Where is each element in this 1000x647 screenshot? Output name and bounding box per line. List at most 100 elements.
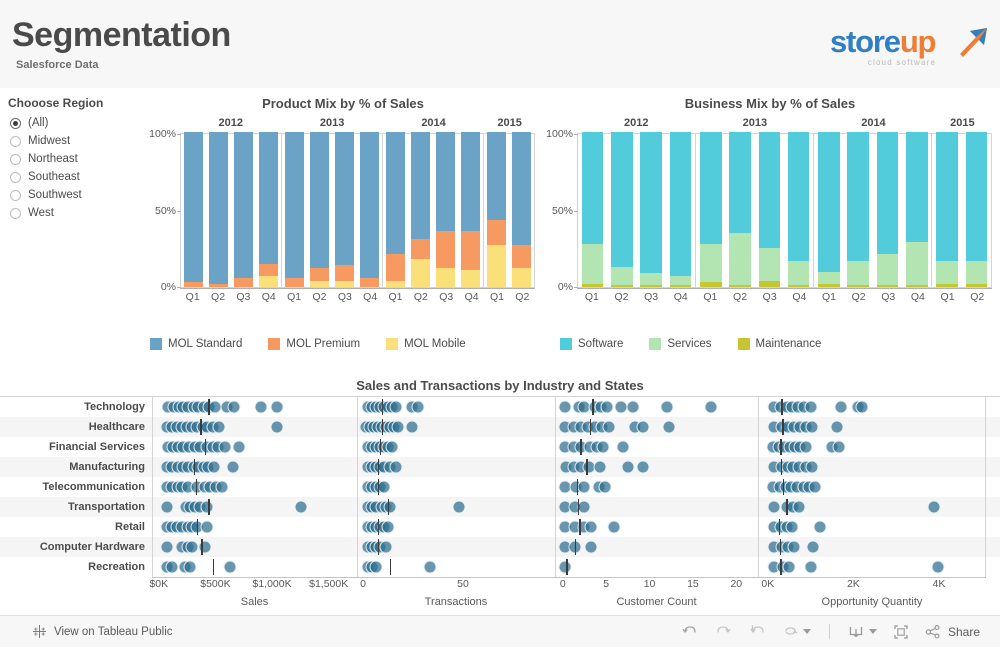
view-on-tableau-public-link[interactable]: View on Tableau Public [32,624,173,639]
bar-segment-services[interactable] [699,243,722,283]
bar-cell[interactable] [932,132,961,287]
bar-segment-mol-premium[interactable] [461,231,480,270]
data-point[interactable] [160,540,174,554]
bar-segment-software[interactable] [640,132,663,274]
data-point[interactable] [270,420,284,434]
data-point[interactable] [808,480,822,494]
stacked-bar[interactable] [335,132,354,287]
bar-segment-maintenance[interactable] [936,283,958,287]
bar-segment-mol-mobile[interactable] [259,276,278,287]
data-point[interactable] [616,440,630,454]
bar-segment-maintenance[interactable] [847,285,870,287]
stacked-bar[interactable] [310,132,329,287]
bar-segment-software[interactable] [758,132,781,249]
data-point[interactable] [834,400,848,414]
bar-cell[interactable] [181,132,206,287]
bar-segment-software[interactable] [876,132,899,255]
bar-cell[interactable] [282,132,307,287]
data-point[interactable] [607,520,621,534]
refresh-dropdown-caret[interactable] [803,629,812,634]
stacked-bar[interactable] [487,132,506,287]
bar-cell[interactable] [962,132,991,287]
region-option-all[interactable]: (All) [8,114,148,132]
data-point[interactable] [452,500,466,514]
bar-cell[interactable] [784,132,813,287]
data-point[interactable] [600,400,614,414]
data-point[interactable] [227,400,241,414]
radio-icon[interactable] [10,135,21,147]
bar-segment-software[interactable] [965,132,988,261]
data-point[interactable] [215,480,229,494]
bar-segment-software[interactable] [611,132,633,267]
data-point[interactable] [389,400,403,414]
stacked-bar[interactable] [461,132,480,287]
data-point[interactable] [270,400,284,414]
bar-segment-services[interactable] [936,260,958,284]
bar-segment-maintenance[interactable] [729,285,751,287]
legend-item-services[interactable]: Services [649,338,712,350]
bar-segment-software[interactable] [847,132,870,261]
stacked-bar[interactable] [512,132,531,287]
bar-segment-mol-standard[interactable] [209,132,228,284]
region-radio-group[interactable]: (All) Midwest Northeast Southeast Southwest W… [8,114,148,222]
download-button[interactable] [840,616,884,647]
bar-segment-mol-premium[interactable] [487,220,506,246]
bar-cell[interactable] [484,132,509,287]
data-point[interactable] [212,420,226,434]
bar-segment-mol-mobile[interactable] [411,259,430,287]
stacked-bar[interactable] [905,132,928,287]
bar-cell[interactable] [509,132,534,287]
bar-cell[interactable] [332,132,357,287]
bar-segment-mol-premium[interactable] [209,283,228,287]
bar-segment-mol-standard[interactable] [234,132,253,278]
data-point[interactable] [377,480,391,494]
bar-segment-services[interactable] [611,266,633,286]
bar-segment-software[interactable] [787,132,810,261]
data-point[interactable] [931,560,945,574]
radio-icon[interactable] [10,207,21,219]
stacked-bar[interactable] [386,132,405,287]
bar-cell[interactable] [814,132,843,287]
bar-segment-mol-premium[interactable] [310,268,329,281]
stacked-bar[interactable] [259,132,278,287]
region-option-northeast[interactable]: Northeast [8,150,148,168]
bar-cell[interactable] [433,132,458,287]
stacked-bar[interactable] [285,132,304,287]
bar-segment-mol-premium[interactable] [184,282,203,287]
data-point[interactable] [391,420,405,434]
data-point[interactable] [626,400,640,414]
bar-segment-mol-standard[interactable] [259,132,278,264]
bar-cell[interactable] [725,132,754,287]
bar-segment-maintenance[interactable] [758,280,781,287]
data-point[interactable] [577,480,591,494]
data-point[interactable] [804,560,818,574]
stacked-bar[interactable] [184,132,203,287]
bar-segment-mol-mobile[interactable] [461,269,480,287]
bar-cell[interactable] [696,132,725,287]
bar-segment-maintenance[interactable] [699,282,722,287]
bar-cell[interactable] [206,132,231,287]
bar-segment-mol-standard[interactable] [512,132,531,246]
radio-icon[interactable] [10,189,21,201]
bar-segment-mol-standard[interactable] [310,132,329,269]
stacked-bar[interactable] [234,132,253,287]
data-point[interactable] [379,540,393,554]
data-point[interactable] [183,560,197,574]
legend-item-mol-standard[interactable]: MOL Standard [150,338,242,350]
bar-segment-mol-mobile[interactable] [512,268,531,287]
data-point[interactable] [621,460,635,474]
data-point[interactable] [208,400,222,414]
stacked-bar[interactable] [847,132,870,287]
data-point[interactable] [389,460,403,474]
data-point[interactable] [830,420,844,434]
data-point[interactable] [704,400,718,414]
bar-segment-mol-mobile[interactable] [487,245,506,287]
bar-segment-software[interactable] [699,132,722,244]
bar-segment-services[interactable] [729,232,751,286]
data-point[interactable] [805,460,819,474]
bar-cell[interactable] [637,132,666,287]
data-point[interactable] [385,440,399,454]
data-point[interactable] [198,540,212,554]
share-button[interactable]: Share [918,623,986,641]
bar-cell[interactable] [607,132,636,287]
